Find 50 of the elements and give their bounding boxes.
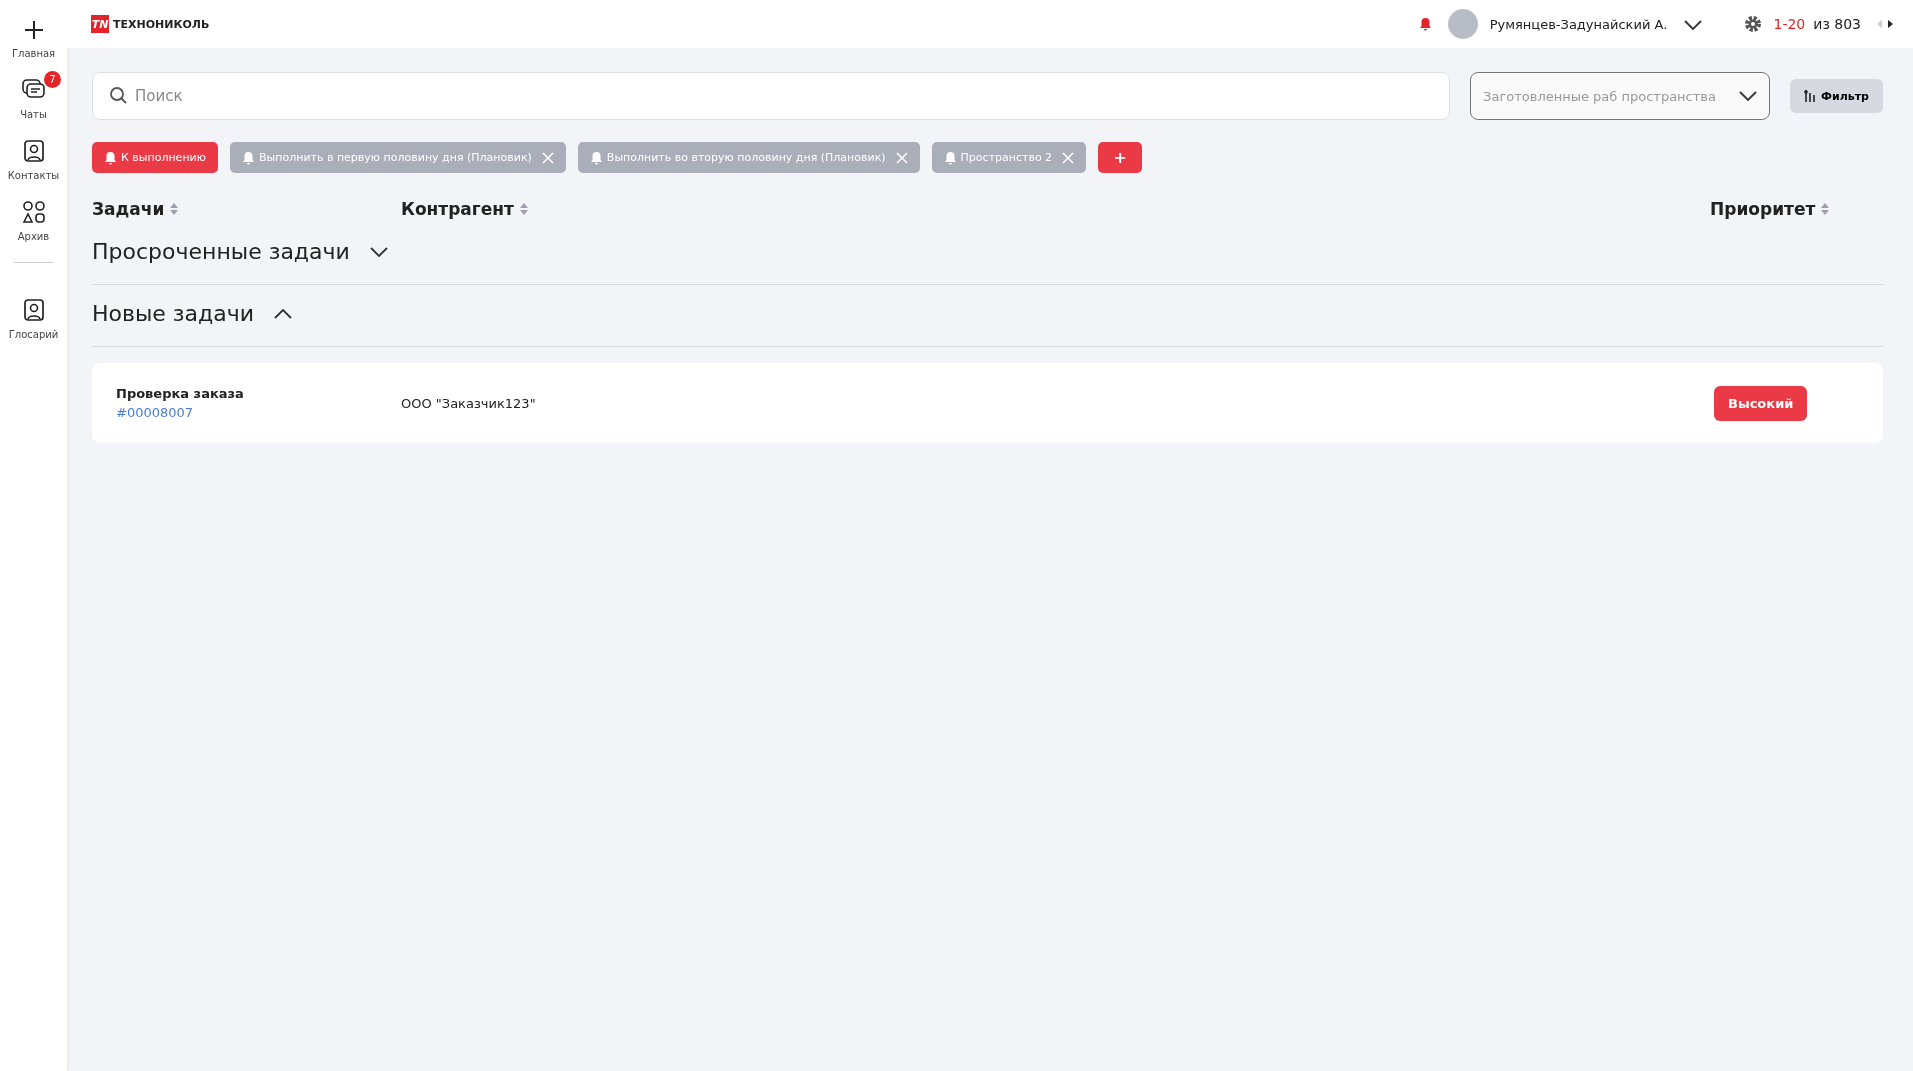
column-header[interactable]: Задачи: [92, 199, 165, 219]
sort-icon[interactable]: [519, 203, 528, 215]
task-title: Проверка заказа: [116, 386, 245, 401]
group-title[interactable]: Просроченные задачи: [92, 239, 350, 264]
priority-badge: Высокий: [1714, 385, 1808, 421]
bell-icon: [242, 150, 255, 165]
sliders-icon: [1804, 90, 1817, 102]
page-total: из 803: [1813, 16, 1861, 32]
notification-bell-icon[interactable]: [1418, 17, 1432, 31]
sidebar-item[interactable]: Архив: [3, 195, 64, 242]
add-filter-button[interactable]: +: [1098, 142, 1143, 173]
filter-chip[interactable]: К выполнению: [92, 142, 218, 173]
close-icon[interactable]: [895, 151, 908, 164]
prev-page-icon[interactable]: [1877, 20, 1882, 28]
chat-icon: [21, 79, 46, 101]
expand-icon[interactable]: [369, 246, 388, 257]
sidebar-item[interactable]: Глосарий: [0, 293, 73, 340]
page-range: 1-20: [1773, 16, 1806, 32]
logo-text: ТЕХНОНИКОЛЬ: [113, 17, 210, 31]
sort-icon[interactable]: [170, 203, 179, 215]
sidebar-item[interactable]: Контакты: [0, 134, 74, 181]
search-icon: [110, 87, 127, 104]
bell-icon: [104, 150, 117, 165]
settings-icon[interactable]: [1743, 15, 1762, 33]
avatar[interactable]: [1447, 9, 1478, 39]
sidebar-item[interactable]: Чаты 7: [6, 73, 61, 120]
logo-mark: TN: [91, 15, 109, 33]
sidebar-item[interactable]: Главная: [0, 14, 70, 59]
next-page-icon[interactable]: [1888, 20, 1893, 28]
column-header[interactable]: Контрагент: [401, 199, 514, 219]
contact-icon: [23, 299, 44, 321]
bell-icon: [589, 150, 603, 165]
task-card[interactable]: Проверка заказа #00008007 ООО "Заказчик123" Высокий: [92, 363, 1883, 443]
collapse-icon[interactable]: [274, 308, 293, 319]
bell-icon: [943, 150, 957, 165]
column-header[interactable]: Приоритет: [1710, 199, 1816, 219]
caret-icon[interactable]: [1739, 91, 1758, 101]
user-name[interactable]: Румянцев-Задунайский А.: [1489, 16, 1668, 32]
close-icon[interactable]: [541, 151, 554, 164]
shapes-icon: [22, 201, 45, 223]
caret-icon[interactable]: [1683, 19, 1702, 30]
close-icon[interactable]: [1062, 151, 1075, 164]
contact-icon: [23, 140, 44, 162]
sort-icon[interactable]: [1821, 203, 1830, 215]
counterparty-name: ООО "Заказчик123": [401, 395, 537, 411]
search-field[interactable]: Поиск: [92, 72, 1451, 120]
unread-badge: 7: [43, 71, 61, 88]
filter-button[interactable]: Фильтр: [1790, 79, 1883, 113]
plus-icon: [23, 20, 44, 40]
group-title[interactable]: Новые задачи: [92, 301, 255, 326]
